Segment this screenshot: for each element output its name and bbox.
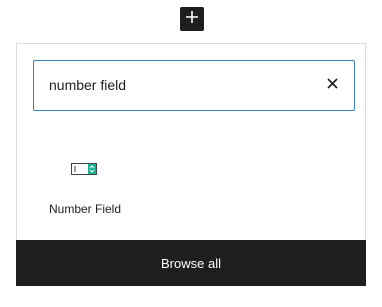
- add-block-button[interactable]: [180, 7, 204, 31]
- browse-all-button[interactable]: Browse all: [16, 240, 366, 286]
- block-result-label: Number Field: [48, 202, 122, 216]
- search-input[interactable]: [49, 61, 309, 109]
- block-inserter-panel: Number Field Browse all: [16, 43, 366, 286]
- block-result-number-field[interactable]: Number Field: [39, 152, 131, 222]
- browse-all-label: Browse all: [161, 255, 221, 271]
- plus-icon: [185, 10, 199, 29]
- close-icon: [326, 76, 338, 94]
- search-field: [33, 60, 355, 111]
- clear-search-button[interactable]: [322, 75, 342, 95]
- number-field-icon: [71, 162, 97, 175]
